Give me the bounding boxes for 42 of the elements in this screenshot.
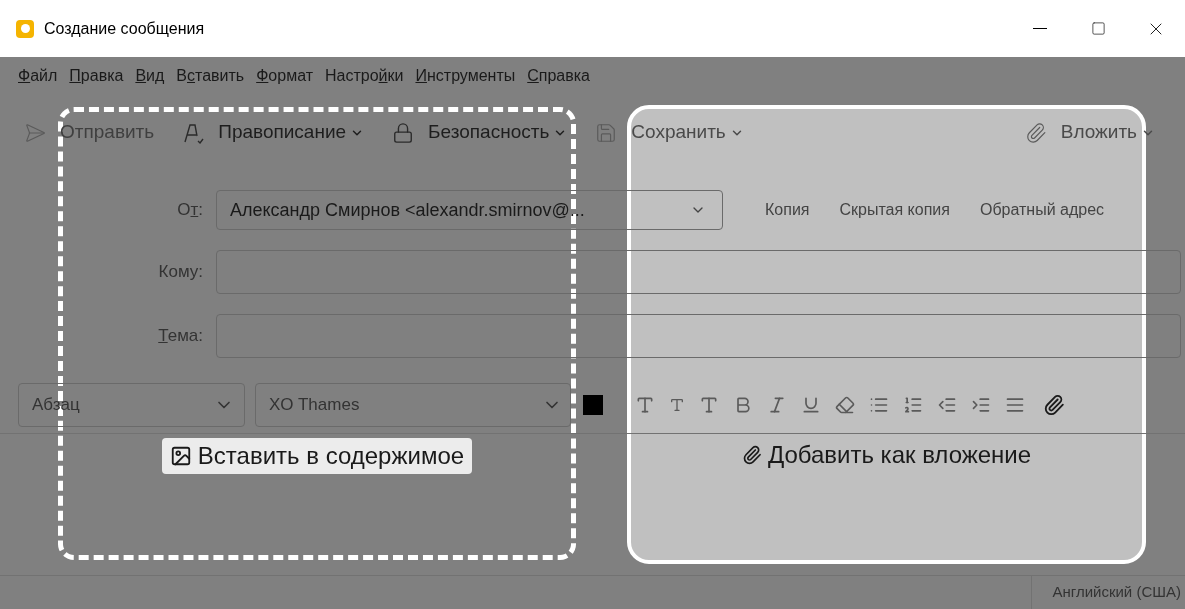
spelling-icon xyxy=(182,121,205,144)
toolbar-button[interactable]: Сохранить xyxy=(631,118,744,147)
menu-item[interactable]: Настройки xyxy=(325,64,404,88)
image-icon xyxy=(169,445,192,467)
save-icon xyxy=(595,121,618,144)
recipient-type-button[interactable]: Скрытая копия xyxy=(839,198,950,222)
attachment-drop-label: Добавить как вложение xyxy=(767,440,1032,470)
clear-format-icon[interactable] xyxy=(835,394,855,415)
to-field[interactable] xyxy=(216,250,1181,294)
menu-item[interactable]: Вставить xyxy=(176,64,245,88)
toolbar-button[interactable]: Правописание xyxy=(218,118,365,147)
text-color-swatch[interactable] xyxy=(583,394,603,415)
window-title: Создание сообщения xyxy=(44,18,205,39)
paperclip-icon[interactable] xyxy=(1043,393,1065,416)
inline-drop-label: Вставить в содержимое xyxy=(161,438,473,474)
minimize-icon xyxy=(1033,28,1047,29)
menu-item[interactable]: Файл xyxy=(18,64,58,88)
subject-field[interactable] xyxy=(216,314,1181,358)
menu-item[interactable]: Формат xyxy=(256,64,313,88)
menu-item[interactable]: Инструменты xyxy=(415,64,516,88)
toolbar-button[interactable]: Безопасность xyxy=(428,118,568,147)
menu-item[interactable]: Справка xyxy=(527,64,590,88)
to-label: Кому: xyxy=(157,261,203,284)
send-icon xyxy=(24,121,46,144)
lock-icon xyxy=(392,121,415,144)
paragraph-select[interactable]: Абзац xyxy=(18,382,245,427)
recipient-type-button[interactable]: Обратный адрес xyxy=(979,198,1105,222)
smaller-text-icon[interactable] xyxy=(669,396,685,413)
from-select[interactable]: Александр Смирнов <alexandr.smirnov@... xyxy=(216,190,723,230)
italic-icon[interactable] xyxy=(767,394,787,415)
menu-item[interactable]: Вид xyxy=(135,64,165,88)
paperclip-icon xyxy=(1024,121,1047,144)
from-label: От: xyxy=(176,199,203,222)
app-icon xyxy=(16,19,34,38)
font-select[interactable]: XO Thames xyxy=(255,382,571,427)
maximize-icon xyxy=(1090,21,1106,36)
menu-item[interactable]: Правка xyxy=(69,64,124,88)
paperclip-icon xyxy=(741,445,762,465)
language-status: Английский (США) xyxy=(1031,576,1185,609)
subject-label: Тема: xyxy=(157,325,203,348)
toolbar-button[interactable]: Вложить xyxy=(1060,118,1155,147)
recipient-type-button[interactable]: Копия xyxy=(765,198,810,222)
